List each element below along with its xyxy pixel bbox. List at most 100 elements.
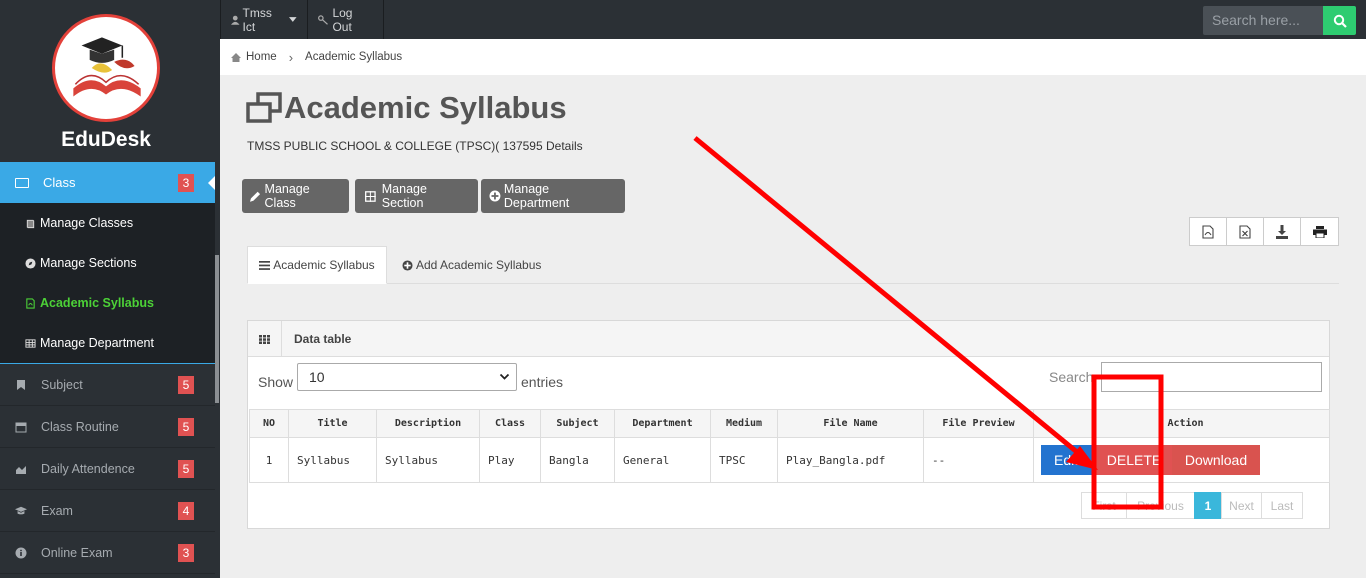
top-navbar: Tmss Ict Log Out Search here... — [220, 0, 1366, 39]
pagination: First Previous 1 Next Last — [1081, 492, 1303, 519]
cell-department: General — [614, 437, 711, 483]
graduation-cap-icon — [15, 506, 27, 514]
cell-file-name: Play_Bangla.pdf — [777, 437, 924, 483]
delete-button[interactable]: DELETE — [1096, 445, 1172, 475]
plus-circle-icon — [402, 259, 413, 271]
sidebar-item-class[interactable]: Class 3 — [0, 162, 215, 203]
sidebar-item-class-routine[interactable]: Class Routine 5 — [0, 406, 215, 448]
breadcrumb-home-link[interactable]: Home — [246, 51, 277, 63]
count-badge: 5 — [178, 460, 194, 478]
column-header[interactable]: NO — [249, 409, 289, 438]
sidebar-item-label: Subject — [41, 377, 83, 392]
sidebar-scrollbar[interactable] — [215, 255, 219, 403]
sidebar-item-exam[interactable]: Exam 4 — [0, 490, 215, 532]
page-subtitle: TMSS PUBLIC SCHOOL & COLLEGE (TPSC)( 137… — [247, 139, 583, 153]
windows-icon — [246, 92, 282, 123]
download-icon — [1276, 224, 1288, 239]
submenu-item-academic-syllabus[interactable]: Academic Syllabus — [0, 283, 215, 323]
pagination-previous[interactable]: Previous — [1126, 492, 1195, 519]
breadcrumb: Home › Academic Syllabus — [220, 39, 1366, 75]
area-chart-icon — [16, 465, 26, 474]
sidebar-item-online-exam[interactable]: Online Exam 3 — [0, 532, 215, 574]
book-icon — [26, 219, 35, 228]
excel-file-icon — [1239, 224, 1251, 239]
submenu-item-manage-department[interactable]: Manage Department — [0, 323, 215, 363]
count-badge: 4 — [178, 502, 194, 520]
sidebar: EduDesk Class 3 Manage Classes Manage Se… — [0, 0, 220, 578]
column-header[interactable]: Department — [614, 409, 711, 438]
calendar-icon — [15, 422, 27, 432]
search-icon — [1333, 14, 1347, 28]
column-header[interactable]: Title — [288, 409, 377, 438]
sidebar-item-label: Exam — [41, 503, 73, 518]
pagination-next[interactable]: Next — [1221, 492, 1262, 519]
count-badge: 5 — [178, 418, 194, 436]
table-search-input[interactable] — [1101, 362, 1322, 392]
chevron-right-icon: › — [288, 49, 294, 65]
logout-button[interactable]: Log Out — [308, 0, 384, 39]
cell-no: 1 — [249, 437, 289, 483]
panel-header: Data table — [248, 321, 1329, 357]
data-table-panel: Data table Show 10 entries Search: NO Ti… — [247, 320, 1330, 529]
export-download-button[interactable] — [1264, 218, 1301, 245]
sidebar-item-label: Online Exam — [41, 545, 113, 560]
pagination-last[interactable]: Last — [1261, 492, 1303, 519]
search-label: Search: — [1049, 369, 1098, 385]
tab-add-academic-syllabus[interactable]: Add Academic Syllabus — [402, 246, 541, 284]
sidebar-item-daily-attendence[interactable]: Daily Attendence 5 — [0, 448, 215, 490]
cell-title: Syllabus — [288, 437, 377, 483]
manage-class-label: Manage Class — [264, 182, 310, 210]
cell-medium: TPSC — [710, 437, 778, 483]
breadcrumb-current: Academic Syllabus — [305, 51, 403, 63]
manage-section-label: Manage Section — [381, 182, 427, 210]
logout-label: Log Out — [332, 5, 353, 34]
column-header[interactable]: Description — [376, 409, 480, 438]
show-label: Show — [258, 374, 294, 390]
plus-circle-icon — [489, 190, 501, 202]
chevron-down-icon — [499, 373, 510, 380]
tab-academic-syllabus[interactable]: Academic Syllabus — [247, 246, 387, 284]
pagination-first[interactable]: First — [1081, 492, 1127, 519]
school-logo[interactable] — [52, 14, 160, 122]
submenu-item-manage-sections[interactable]: Manage Sections — [0, 243, 215, 283]
column-header[interactable]: File Name — [777, 409, 924, 438]
pagination-page-1[interactable]: 1 — [1194, 492, 1222, 519]
sidebar-item-subject[interactable]: Subject 5 — [0, 364, 215, 406]
pdf-file-icon — [26, 297, 35, 309]
sidebar-item-label: Daily Attendence — [41, 461, 135, 476]
cell-description: Syllabus — [376, 437, 480, 483]
brand-name: EduDesk — [61, 128, 151, 151]
user-icon — [231, 15, 240, 25]
key-icon — [318, 14, 328, 25]
column-header[interactable]: Action — [1033, 409, 1330, 438]
global-search-input[interactable]: Search here... — [1203, 6, 1323, 35]
count-badge: 3 — [178, 544, 194, 562]
column-header[interactable]: File Preview — [923, 409, 1034, 438]
list-icon — [259, 260, 271, 270]
manage-class-button[interactable]: Manage Class — [242, 179, 349, 213]
info-icon — [15, 547, 27, 558]
page-title-text: Academic Syllabus — [284, 90, 567, 125]
column-header[interactable]: Class — [479, 409, 541, 438]
cell-subject: Bangla — [540, 437, 615, 483]
edit-button[interactable]: Edit — [1041, 445, 1096, 475]
manage-department-button[interactable]: Manage Department — [481, 179, 625, 213]
panel-title: Data table — [294, 332, 352, 346]
caret-down-icon — [289, 17, 297, 22]
tab-bar: Academic Syllabus Add Academic Syllabus — [247, 246, 1339, 284]
download-button[interactable]: Download — [1172, 445, 1260, 475]
column-header[interactable]: Subject — [540, 409, 615, 438]
count-badge: 5 — [178, 376, 194, 394]
submenu-item-manage-classes[interactable]: Manage Classes — [0, 203, 215, 243]
grid-icon — [248, 321, 282, 357]
user-menu-button[interactable]: Tmss Ict — [220, 0, 308, 39]
search-button[interactable] — [1323, 6, 1356, 35]
column-header[interactable]: Medium — [710, 409, 778, 438]
page-size-value: 10 — [309, 369, 325, 385]
page-size-select[interactable]: 10 — [297, 363, 517, 391]
export-excel-button[interactable] — [1227, 218, 1264, 245]
manage-section-button[interactable]: Manage Section — [355, 179, 478, 213]
print-button[interactable] — [1301, 218, 1338, 245]
export-pdf-button[interactable] — [1190, 218, 1227, 245]
logo-area: EduDesk — [0, 0, 220, 162]
